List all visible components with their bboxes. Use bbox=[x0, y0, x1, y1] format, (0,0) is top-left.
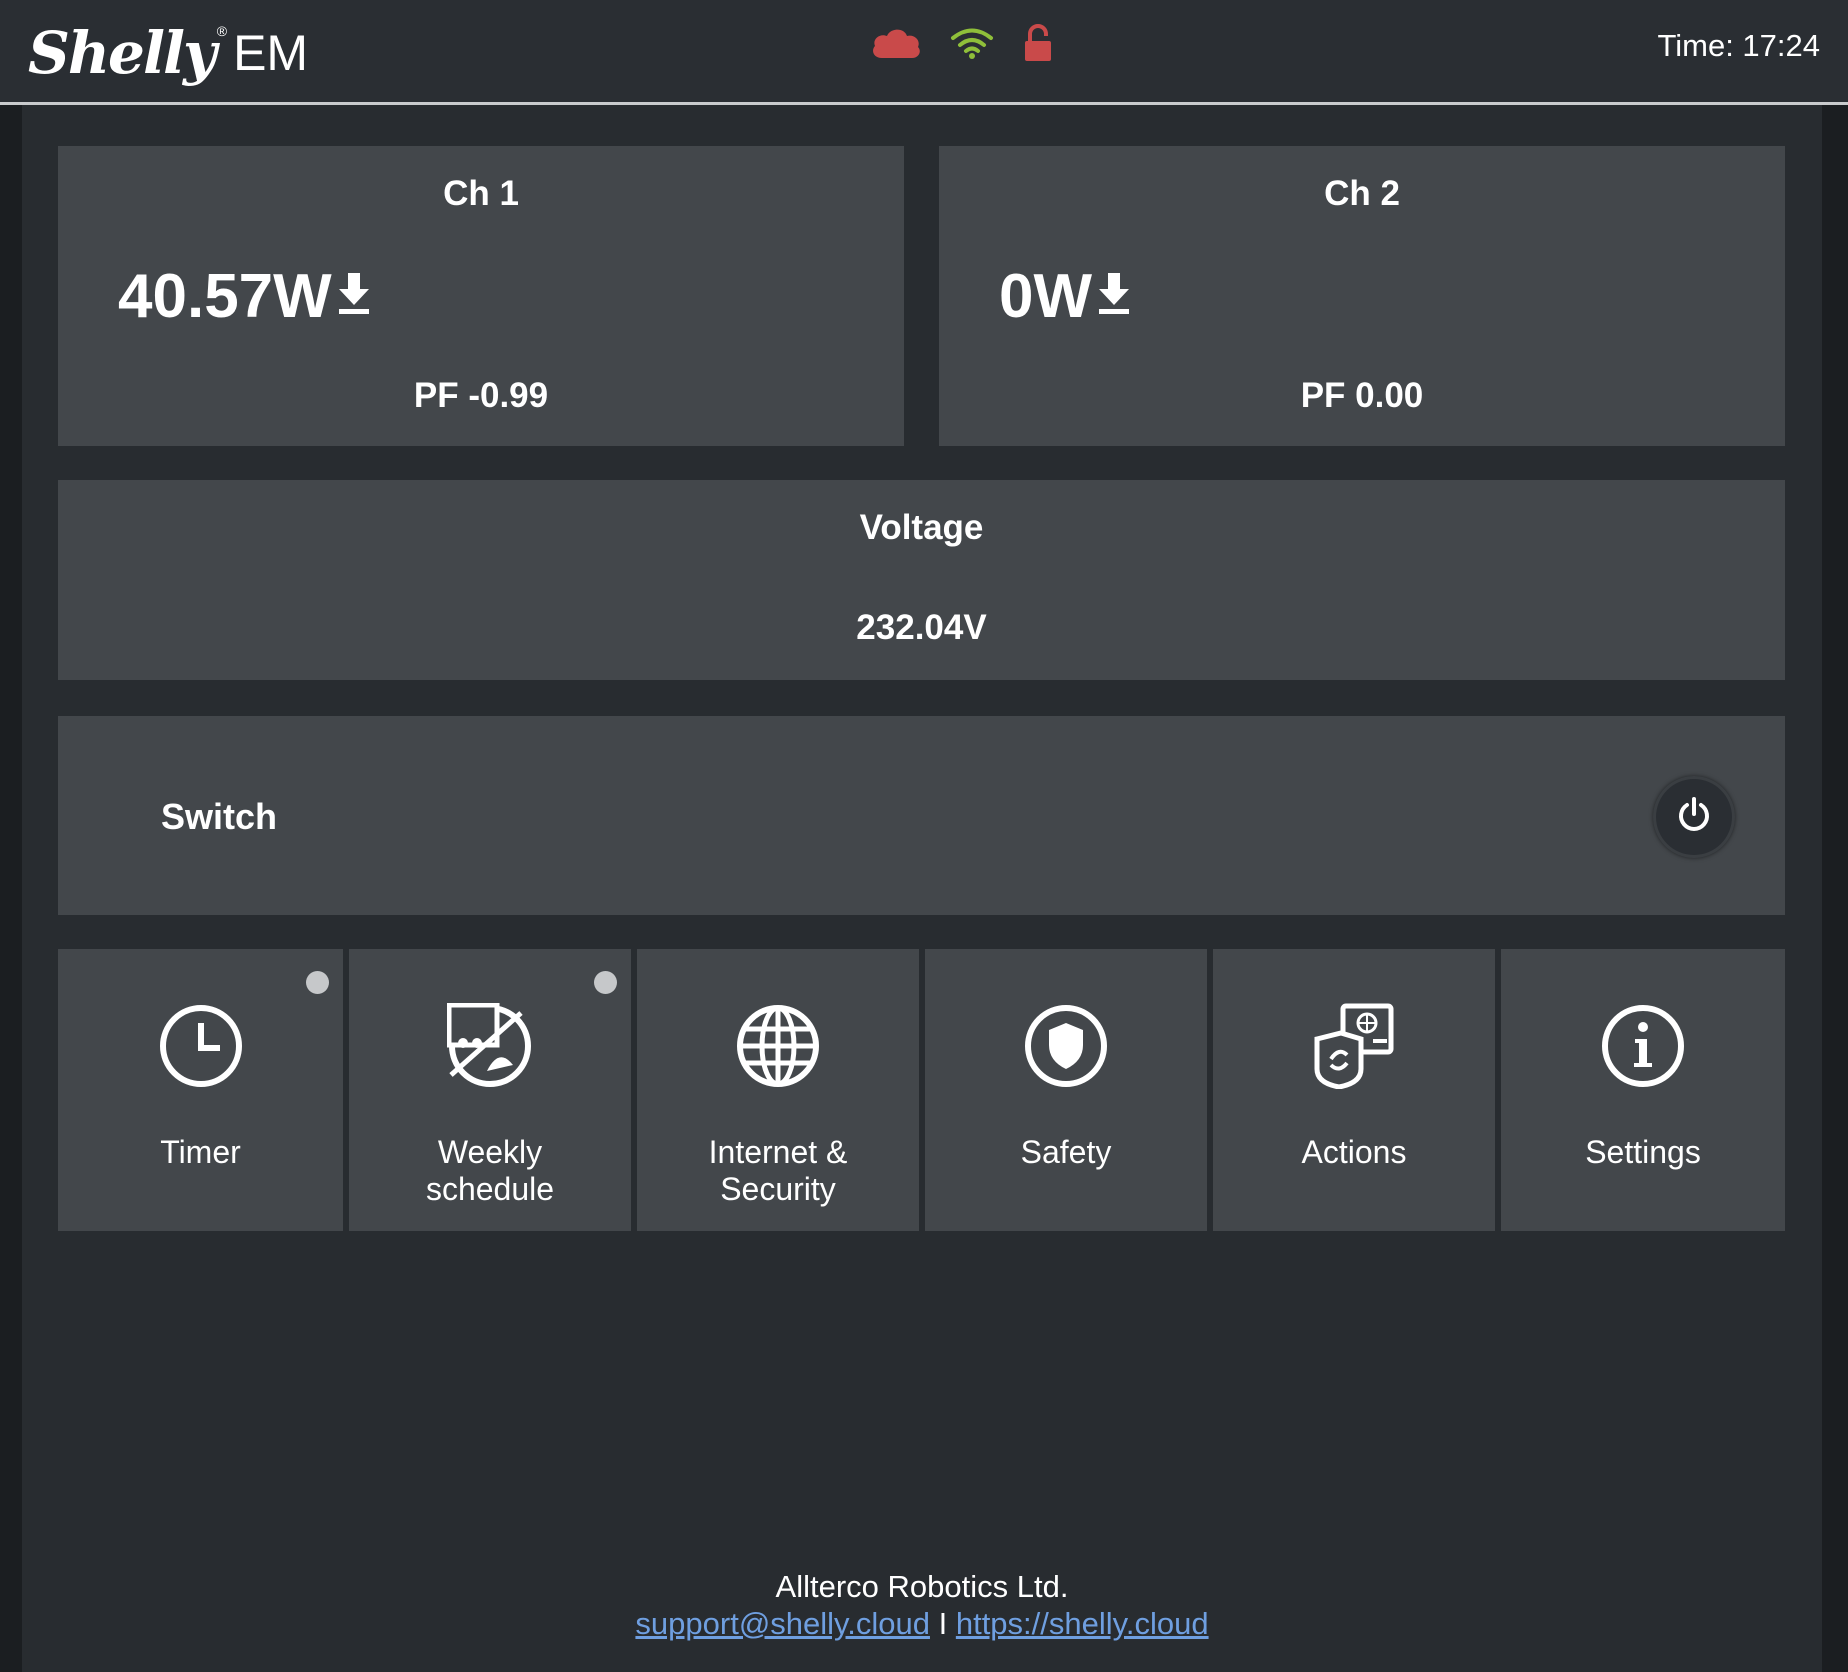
actions-tile[interactable]: Actions bbox=[1213, 949, 1495, 1231]
tile-label: Weekly schedule bbox=[425, 1134, 555, 1207]
power-factor: PF -0.99 bbox=[413, 376, 549, 415]
current-time: Time: 17:24 bbox=[1657, 28, 1820, 63]
tile-label: Internet & Security bbox=[708, 1134, 848, 1207]
channel-2-card[interactable]: Ch 2 0W PF 0.00 bbox=[939, 146, 1785, 446]
switch-card: Switch bbox=[58, 716, 1785, 915]
tile-label: Timer bbox=[160, 1134, 241, 1170]
tile-label: Settings bbox=[1585, 1134, 1701, 1170]
switch-label: Switch bbox=[161, 796, 278, 837]
channel-1-card[interactable]: Ch 1 40.57W PF -0.99 bbox=[58, 146, 904, 446]
schedule-indicator-dot bbox=[594, 971, 617, 994]
actions-icon bbox=[1311, 1003, 1397, 1094]
info-icon bbox=[1600, 1003, 1686, 1094]
timer-indicator-dot bbox=[306, 971, 329, 994]
cloud-icon bbox=[870, 26, 922, 60]
schedule-off-icon bbox=[446, 1002, 533, 1094]
website-link[interactable]: https://shelly.cloud bbox=[956, 1606, 1209, 1641]
support-email-link[interactable]: support@shelly.cloud bbox=[635, 1606, 930, 1641]
logo-wordmark: Shelly bbox=[28, 19, 217, 87]
tile-label: Actions bbox=[1301, 1134, 1407, 1170]
channel-power: 0W bbox=[999, 261, 1132, 336]
logo-model: EM bbox=[233, 25, 309, 81]
tile-label: Safety bbox=[1020, 1134, 1112, 1170]
power-value: 40.57W bbox=[118, 262, 332, 331]
top-bar: Shelly ® EM Time: 17:24 bbox=[0, 0, 1848, 105]
shield-icon bbox=[1023, 1003, 1109, 1094]
status-icons bbox=[870, 24, 1054, 62]
timer-tile[interactable]: Timer bbox=[58, 949, 343, 1231]
unlocked-icon bbox=[1022, 24, 1054, 62]
channel-title: Ch 2 bbox=[1324, 174, 1400, 213]
wifi-icon bbox=[950, 26, 994, 60]
footer-links: support@shelly.cloud I https://shelly.cl… bbox=[22, 1605, 1822, 1642]
safety-tile[interactable]: Safety bbox=[925, 949, 1207, 1231]
internet-security-tile[interactable]: Internet & Security bbox=[637, 949, 919, 1231]
shelly-logo: Shelly ® EM bbox=[28, 14, 308, 92]
globe-icon bbox=[735, 1003, 821, 1094]
channel-power: 40.57W bbox=[118, 261, 372, 336]
link-separator: I bbox=[938, 1606, 948, 1641]
power-icon bbox=[1674, 795, 1714, 840]
settings-tile[interactable]: Settings bbox=[1501, 949, 1785, 1231]
main-panel: Ch 1 40.57W PF -0.99 Ch 2 0W PF 0.00 Vol… bbox=[22, 105, 1822, 1672]
voltage-title: Voltage bbox=[859, 508, 984, 547]
power-value: 0W bbox=[999, 262, 1092, 331]
voltage-card: Voltage 232.04V bbox=[58, 480, 1785, 680]
power-factor: PF 0.00 bbox=[1300, 376, 1424, 415]
weekly-schedule-tile[interactable]: Weekly schedule bbox=[349, 949, 631, 1231]
footer: Allterco Robotics Ltd. support@shelly.cl… bbox=[22, 1568, 1822, 1642]
company-name: Allterco Robotics Ltd. bbox=[775, 1569, 1069, 1604]
clock-icon bbox=[158, 1003, 244, 1094]
download-arrow-icon bbox=[1096, 259, 1132, 330]
voltage-value: 232.04V bbox=[856, 608, 987, 647]
registered-mark: ® bbox=[216, 23, 228, 39]
channel-title: Ch 1 bbox=[443, 174, 519, 213]
download-arrow-icon bbox=[336, 259, 372, 330]
power-button[interactable] bbox=[1653, 776, 1735, 858]
